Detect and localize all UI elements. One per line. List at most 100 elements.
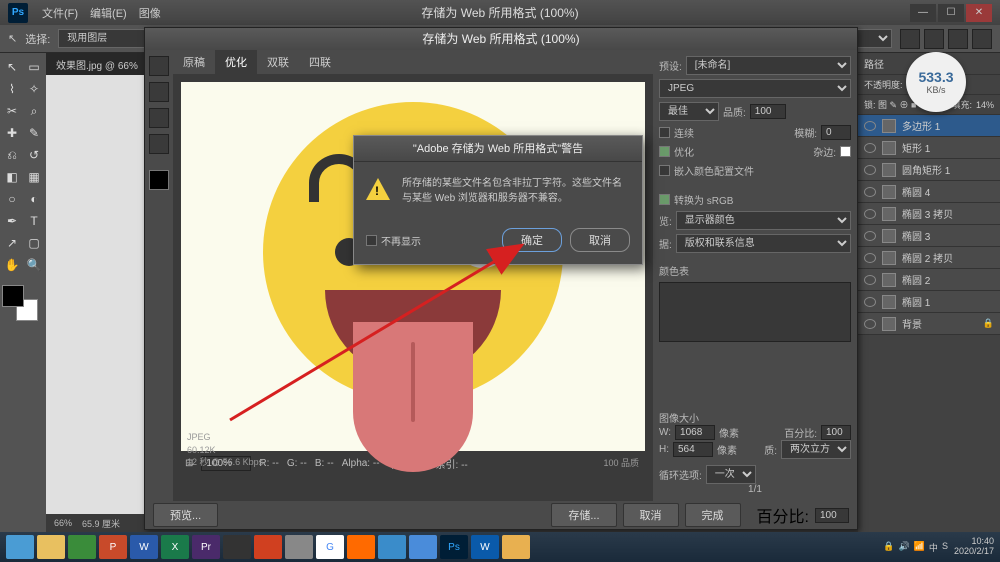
paths-tab[interactable]: 路径 (864, 56, 884, 71)
minimize-button[interactable]: — (910, 4, 936, 22)
tray-icon[interactable]: 🔊 (898, 541, 909, 554)
width-field[interactable] (675, 425, 715, 440)
layer-item[interactable]: 背景🔒 (858, 313, 1000, 335)
format-select[interactable]: JPEG (659, 79, 851, 98)
taskbar-app-icon[interactable] (254, 535, 282, 559)
taskbar-app-icon[interactable] (6, 535, 34, 559)
visibility-icon[interactable] (864, 121, 876, 131)
maximize-button[interactable]: ☐ (938, 4, 964, 22)
height-field[interactable] (673, 442, 713, 457)
blur-tool[interactable]: ○ (2, 189, 22, 209)
done-button[interactable]: 完成 (685, 503, 741, 527)
lasso-tool[interactable]: ⌇ (2, 79, 22, 99)
layer-item[interactable]: 多边形 1 (858, 115, 1000, 137)
visibility-icon[interactable] (864, 231, 876, 241)
shape-tool[interactable]: ▢ (24, 233, 44, 253)
document-tab[interactable]: 效果图.jpg @ 66% (46, 53, 148, 75)
dodge-tool[interactable]: ◐ (24, 189, 44, 209)
metadata-select[interactable]: 版权和联系信息 (676, 234, 851, 253)
quality-field[interactable] (750, 104, 786, 119)
visibility-icon[interactable] (864, 253, 876, 263)
layer-item[interactable]: 椭圆 1 (858, 291, 1000, 313)
workspace-icon-2[interactable] (924, 29, 944, 49)
dont-show-checkbox[interactable]: 不再显示 (366, 233, 421, 248)
taskbar-app-icon[interactable] (378, 535, 406, 559)
embed-profile-checkbox[interactable] (659, 165, 670, 176)
type-tool[interactable]: T (24, 211, 44, 231)
sfw-tab-optimized[interactable]: 优化 (215, 50, 257, 74)
menu-file[interactable]: 文件(F) (36, 5, 84, 21)
visibility-icon[interactable] (864, 209, 876, 219)
percent-field[interactable] (821, 425, 851, 440)
preset-select[interactable]: [未命名] (686, 56, 851, 75)
eyedropper-tool[interactable]: ⌕ (24, 101, 44, 121)
ok-button[interactable]: 确定 (502, 228, 562, 252)
layer-item[interactable]: 椭圆 3 拷贝 (858, 203, 1000, 225)
blur-field[interactable] (821, 125, 851, 140)
dialog-cancel-button[interactable]: 取消 (570, 228, 630, 252)
layer-item[interactable]: 椭圆 3 (858, 225, 1000, 247)
fg-color-swatch[interactable] (2, 285, 24, 307)
taskbar-app-icon[interactable] (223, 535, 251, 559)
hand-tool[interactable]: ✋ (2, 255, 22, 275)
sfw-tab-4up[interactable]: 四联 (299, 50, 341, 74)
taskbar-app-icon[interactable]: Pr (192, 535, 220, 559)
workspace-icon-3[interactable] (948, 29, 968, 49)
taskbar-app-icon[interactable]: Ps (440, 535, 468, 559)
matte-swatch[interactable] (840, 146, 851, 157)
taskbar-app-icon[interactable]: W (471, 535, 499, 559)
close-button[interactable]: ✕ (966, 4, 992, 22)
layer-item[interactable]: 椭圆 2 (858, 269, 1000, 291)
resample-select[interactable]: 两次立方 (781, 440, 851, 459)
heal-tool[interactable]: ✚ (2, 123, 22, 143)
gradient-tool[interactable]: ▦ (24, 167, 44, 187)
crop-tool[interactable]: ✂ (2, 101, 22, 121)
preview-select[interactable]: 显示器颜色 (676, 211, 851, 230)
taskbar-clock[interactable]: 10:40 2020/2/17 (954, 537, 994, 557)
fill-value[interactable]: 14% (976, 100, 994, 110)
sfw-eyedropper-tool[interactable] (149, 134, 169, 154)
sfw-zoom-tool[interactable] (149, 108, 169, 128)
taskbar-app-icon[interactable] (502, 535, 530, 559)
save-button[interactable]: 存储... (551, 503, 616, 527)
taskbar-app-icon[interactable] (285, 535, 313, 559)
visibility-icon[interactable] (864, 275, 876, 285)
color-swatches[interactable] (2, 285, 38, 321)
percent-btn-field[interactable] (815, 508, 849, 523)
taskbar-app-icon[interactable]: W (130, 535, 158, 559)
optimized-checkbox[interactable] (659, 146, 670, 157)
progressive-checkbox[interactable] (659, 127, 670, 138)
history-brush-tool[interactable]: ↺ (24, 145, 44, 165)
layer-item[interactable]: 椭圆 4 (858, 181, 1000, 203)
sfw-hand-tool[interactable] (149, 56, 169, 76)
wand-tool[interactable]: ✧ (24, 79, 44, 99)
taskbar-app-icon[interactable]: G (316, 535, 344, 559)
anim-select[interactable]: 一次 (706, 465, 756, 484)
preview-button[interactable]: 预览... (153, 503, 218, 527)
taskbar-app-icon[interactable]: X (161, 535, 189, 559)
sfw-tab-2up[interactable]: 双联 (257, 50, 299, 74)
brush-tool[interactable]: ✎ (24, 123, 44, 143)
visibility-icon[interactable] (864, 187, 876, 197)
tray-icon[interactable]: 中 (929, 541, 938, 554)
tray-icon[interactable]: 📶 (914, 541, 925, 554)
visibility-icon[interactable] (864, 319, 876, 329)
sfw-color-swatch[interactable] (149, 170, 169, 190)
taskbar-app-icon[interactable] (37, 535, 65, 559)
taskbar-app-icon[interactable] (347, 535, 375, 559)
taskbar-app-icon[interactable] (409, 535, 437, 559)
workspace-icon-1[interactable] (900, 29, 920, 49)
visibility-icon[interactable] (864, 165, 876, 175)
zoom-tool[interactable]: 🔍 (24, 255, 44, 275)
convert-srgb-checkbox[interactable] (659, 194, 670, 205)
color-table[interactable] (659, 282, 851, 342)
layer-item[interactable]: 矩形 1 (858, 137, 1000, 159)
eraser-tool[interactable]: ◧ (2, 167, 22, 187)
path-tool[interactable]: ↗ (2, 233, 22, 253)
sfw-slice-tool[interactable] (149, 82, 169, 102)
tray-icon[interactable]: S (942, 541, 948, 554)
zoom-status[interactable]: 66% (54, 518, 72, 528)
layer-item[interactable]: 椭圆 2 拷贝 (858, 247, 1000, 269)
taskbar-app-icon[interactable]: P (99, 535, 127, 559)
visibility-icon[interactable] (864, 143, 876, 153)
